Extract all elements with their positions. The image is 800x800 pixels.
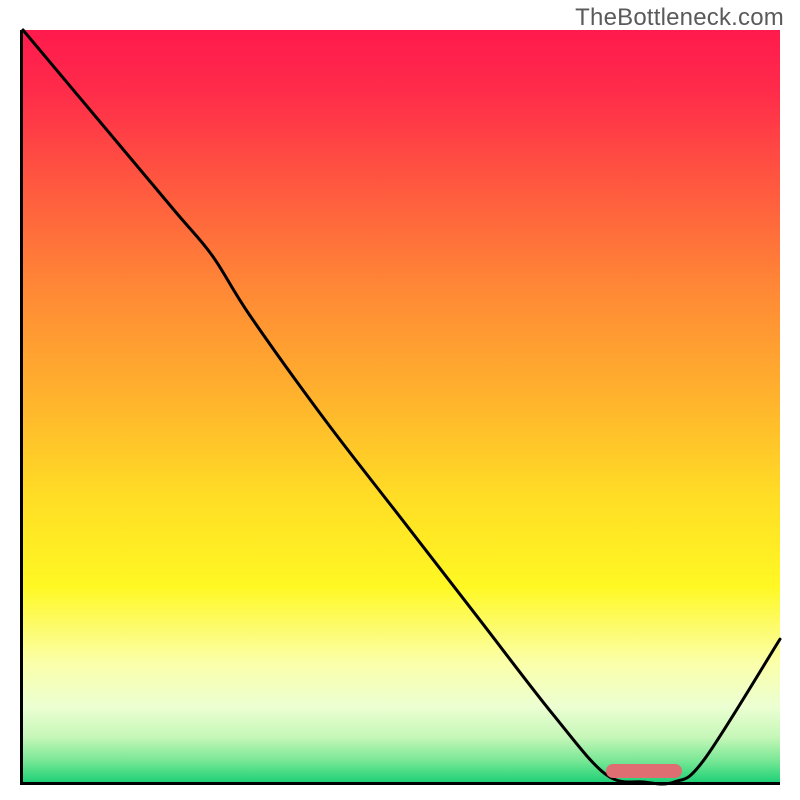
watermark-label: TheBottleneck.com: [575, 4, 784, 32]
chart-container: TheBottleneck.com: [0, 0, 800, 800]
plot-area: [20, 30, 780, 785]
optimum-zone-marker: [606, 764, 682, 778]
bottleneck-curve: [23, 30, 780, 782]
